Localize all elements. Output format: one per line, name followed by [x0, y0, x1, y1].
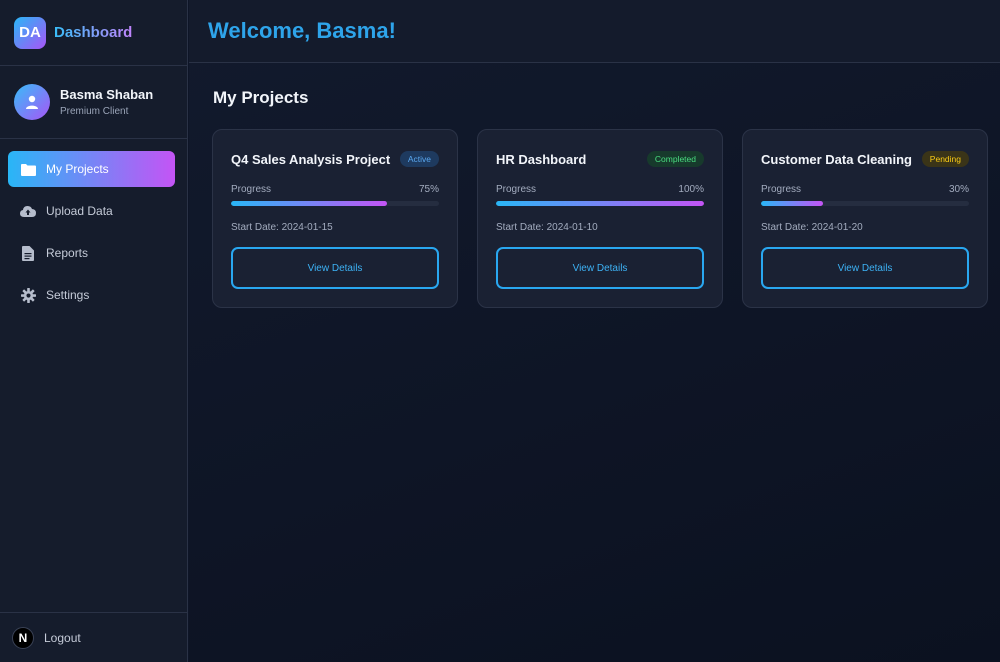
- cloud-upload-icon: [20, 203, 36, 219]
- start-date: Start Date: 2024-01-20: [761, 222, 863, 233]
- user-name: Basma Shaban: [60, 87, 154, 102]
- brand: DA Dashboard: [0, 0, 187, 66]
- user-icon: [26, 95, 38, 109]
- status-badge: Completed: [646, 151, 704, 167]
- sidebar-item-label: Upload Data: [46, 204, 113, 218]
- brand-logo: DA: [14, 16, 46, 49]
- progress-bar-fill: [231, 201, 387, 206]
- start-date: Start Date: 2024-01-10: [496, 222, 598, 233]
- section-title: My Projects: [213, 88, 309, 107]
- project-card: HR Dashboard Completed Progress 100% Sta…: [477, 129, 723, 308]
- project-title: HR Dashboard: [496, 151, 587, 167]
- project-cards: Q4 Sales Analysis Project Active Progres…: [212, 129, 988, 308]
- progress-bar: [761, 201, 969, 206]
- user-profile: Basma Shaban Premium Client: [0, 66, 187, 139]
- progress-label: Progress: [496, 184, 537, 195]
- progress-bar-fill: [761, 201, 824, 206]
- header: Welcome, Basma!: [189, 0, 1000, 63]
- logout-button[interactable]: N Logout: [0, 612, 188, 662]
- view-details-button[interactable]: View Details: [496, 247, 704, 289]
- progress-value: 30%: [948, 184, 969, 195]
- view-details-button[interactable]: View Details: [761, 247, 969, 289]
- brand-title[interactable]: Dashboard: [54, 24, 132, 41]
- project-card: Customer Data Cleaning Pending Progress …: [742, 129, 988, 308]
- progress-label: Progress: [761, 184, 802, 195]
- sidebar-item-label: Reports: [46, 246, 89, 260]
- sidebar-item-my-projects[interactable]: My Projects: [8, 151, 175, 187]
- user-info: Basma Shaban Premium Client: [60, 87, 153, 117]
- progress-label: Progress: [231, 184, 272, 195]
- document-icon: [20, 245, 36, 261]
- gear-icon: [20, 287, 36, 303]
- sidebar-item-label: My Projects: [46, 162, 109, 176]
- sidebar-item-settings[interactable]: Settings: [8, 277, 175, 313]
- progress-bar: [231, 201, 439, 206]
- progress-bar: [496, 201, 704, 206]
- project-title: Q4 Sales Analysis Project: [231, 151, 391, 167]
- sidebar-nav: My Projects Upload Data Reports Settings: [0, 139, 187, 313]
- logout-icon: N: [12, 626, 34, 649]
- sidebar-item-label: Settings: [46, 288, 90, 302]
- status-badge: Active: [399, 151, 439, 167]
- project-card: Q4 Sales Analysis Project Active Progres…: [212, 129, 458, 308]
- main-content: Welcome, Basma! My Projects Q4 Sales Ana…: [189, 0, 1000, 662]
- status-badge: Pending: [921, 151, 969, 167]
- folder-icon: [20, 161, 36, 177]
- logout-label: Logout: [44, 630, 81, 645]
- view-details-button[interactable]: View Details: [231, 247, 439, 289]
- sidebar-item-upload-data[interactable]: Upload Data: [8, 193, 175, 229]
- start-date: Start Date: 2024-01-15: [231, 222, 333, 233]
- sidebar-item-reports[interactable]: Reports: [8, 235, 175, 271]
- page-title: Welcome, Basma!: [208, 18, 396, 43]
- sidebar: DA Dashboard Basma Shaban Premium Client…: [0, 0, 188, 662]
- progress-bar-fill: [496, 201, 704, 206]
- avatar[interactable]: [14, 84, 50, 120]
- progress-value: 75%: [418, 184, 439, 195]
- project-title: Customer Data Cleaning: [761, 151, 912, 167]
- user-role: Premium Client: [60, 106, 129, 117]
- progress-value: 100%: [678, 184, 704, 195]
